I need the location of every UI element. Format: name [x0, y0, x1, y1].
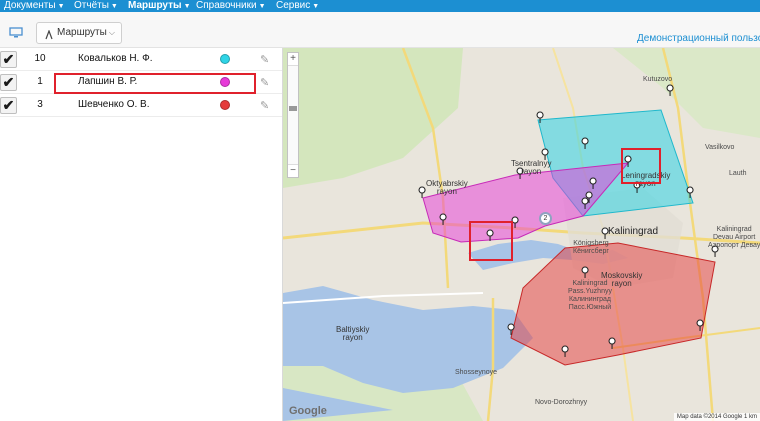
- map-label-oktyabrsky: Oktyabrskiy rayon: [426, 179, 468, 196]
- route-color-dot[interactable]: [220, 100, 230, 110]
- route-driver-name: Шевченко О. В.: [78, 99, 150, 110]
- chevron-down-icon: ▼: [57, 3, 65, 10]
- map-pin-icon: [418, 186, 426, 199]
- map-cluster-marker[interactable]: 2: [539, 212, 552, 225]
- user-menu-link[interactable]: Демонстрационный пользов: [637, 33, 760, 44]
- pencil-icon[interactable]: ✎: [260, 76, 269, 89]
- route-row[interactable]: ✔ 10 Ковальков Н. Ф. ✎: [0, 48, 282, 71]
- map-canvas: [283, 48, 760, 421]
- monitor-icon[interactable]: [9, 25, 23, 43]
- top-nav: Документы ▼ Отчёты ▼ Маршруты ▼ Справочники…: [0, 0, 760, 12]
- zoom-slider[interactable]: [288, 65, 298, 165]
- route-polygon-red[interactable]: [510, 242, 716, 366]
- map-label-konigsberg: Königsberg Кёнигсберг: [573, 240, 609, 255]
- map-label-devau-airport: Kaliningrad Devau Airport Аэропорт Девау: [708, 226, 760, 249]
- routes-list: ✔ 10 Ковальков Н. Ф. ✎ ✔ 1 Лапшин В. Р. …: [0, 48, 283, 421]
- route-number: 3: [37, 99, 43, 110]
- map-label-novo-dorozhny: Novo-Dorozhnyy: [535, 399, 588, 406]
- route-icon: [45, 28, 53, 48]
- map-label-tsentralny: Tsentralnyy rayon: [511, 159, 552, 176]
- chevron-down-icon: ▼: [258, 3, 266, 10]
- pencil-icon[interactable]: ✎: [260, 53, 269, 66]
- map-park-area: [283, 48, 463, 188]
- annotation-box: [469, 221, 513, 261]
- zoom-out-button[interactable]: −: [288, 165, 298, 177]
- selected-row-highlight: [54, 73, 256, 94]
- route-row[interactable]: ✔ 3 Шевченко О. В. ✎: [0, 94, 282, 117]
- pencil-icon[interactable]: ✎: [260, 99, 269, 112]
- map-label-baltiysky: Baltiyskiy rayon: [336, 325, 370, 342]
- google-logo: Google: [289, 405, 327, 417]
- chevron-down-icon: ▼: [183, 3, 191, 10]
- map-label-kaliningrad: Kaliningrad: [608, 226, 659, 237]
- zoom-control: + −: [287, 52, 299, 178]
- map-attribution[interactable]: Map data ©2014 Google 1 km: [673, 413, 760, 421]
- route-color-dot[interactable]: [220, 54, 230, 64]
- chevron-down-icon: ▼: [110, 3, 118, 10]
- zoom-slider-handle[interactable]: [289, 106, 297, 111]
- map-label-lauth: Lauth: [729, 170, 747, 177]
- route-number: 1: [37, 76, 43, 87]
- route-checkbox[interactable]: ✔: [0, 74, 17, 91]
- chevron-down-icon: ▼: [312, 3, 320, 10]
- routes-dropdown-button[interactable]: Маршруты ⌵: [36, 22, 122, 44]
- chevron-down-icon: ⌵: [108, 28, 115, 37]
- map-label-shosseynoye: Shosseynoye: [455, 369, 498, 376]
- route-checkbox[interactable]: ✔: [0, 97, 17, 114]
- toolbar: Маршруты ⌵ Демонстрационный пользов: [0, 12, 760, 48]
- route-driver-name: Ковальков Н. Ф.: [78, 53, 153, 64]
- annotation-box: [621, 148, 661, 184]
- map-label-pass-yuzhny: Kaliningrad Pass.Yuzhnyy Калининград Пасс.Ю…: [568, 280, 612, 311]
- map-label-vasilkovo: Vasilkovo: [705, 144, 735, 151]
- route-number: 10: [34, 53, 46, 64]
- zoom-in-button[interactable]: +: [288, 53, 298, 65]
- map-label-kutuzovo: Kutuzovo: [643, 76, 673, 83]
- map-view[interactable]: + − Oktyabrskiy rayon Tsentralnyy rayon Le…: [283, 48, 760, 421]
- route-checkbox[interactable]: ✔: [0, 51, 17, 68]
